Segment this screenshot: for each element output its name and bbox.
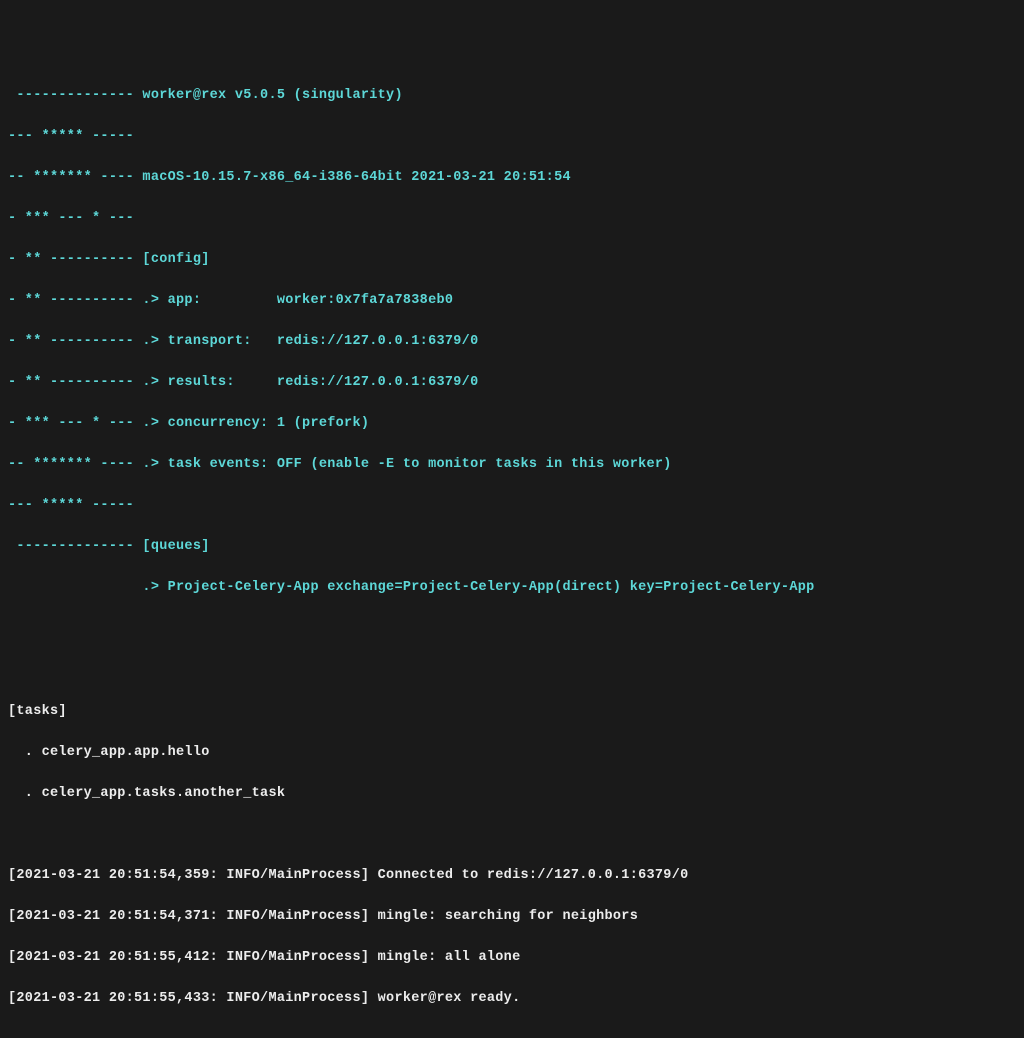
- banner-art: - ** ----------: [8, 252, 142, 267]
- tasks-header: [tasks]: [8, 704, 67, 719]
- task-item: . celery_app.app.hello: [8, 745, 210, 760]
- log-line: [2021-03-21 20:51:55,433: INFO/MainProce…: [8, 991, 520, 1006]
- queues-header: [queues]: [142, 539, 209, 554]
- banner-art: -- ******* ----: [8, 457, 142, 472]
- banner-art: - ** ----------: [8, 334, 142, 349]
- banner-art: --- ***** -----: [8, 498, 134, 513]
- config-app: .> app: worker:0x7fa7a7838eb0: [142, 293, 453, 308]
- platform-info: macOS-10.15.7-x86_64-i386-64bit 2021-03-…: [142, 170, 570, 185]
- queue-entry: .> Project-Celery-App exchange=Project-C…: [142, 580, 814, 595]
- log-line: [2021-03-21 20:51:55,412: INFO/MainProce…: [8, 950, 520, 965]
- task-item: . celery_app.tasks.another_task: [8, 786, 285, 801]
- log-line: [2021-03-21 20:51:54,371: INFO/MainProce…: [8, 909, 638, 924]
- log-line: [2021-03-21 20:51:54,359: INFO/MainProce…: [8, 868, 689, 883]
- banner-art: -- ******* ----: [8, 170, 142, 185]
- banner-art: [8, 580, 142, 595]
- banner-art: - *** --- * ---: [8, 211, 134, 226]
- banner-art: --------------: [8, 88, 142, 103]
- banner-art: --- ***** -----: [8, 129, 134, 144]
- banner-art: - *** --- * ---: [8, 416, 142, 431]
- config-header: [config]: [142, 252, 209, 267]
- config-transport: .> transport: redis://127.0.0.1:6379/0: [142, 334, 478, 349]
- banner-art: --------------: [8, 539, 142, 554]
- config-task-events: .> task events: OFF (enable -E to monito…: [142, 457, 671, 472]
- config-concurrency: .> concurrency: 1 (prefork): [142, 416, 369, 431]
- config-results: .> results: redis://127.0.0.1:6379/0: [142, 375, 478, 390]
- worker-header: worker@rex v5.0.5 (singularity): [142, 88, 402, 103]
- banner-art: - ** ----------: [8, 293, 142, 308]
- banner-art: - ** ----------: [8, 375, 142, 390]
